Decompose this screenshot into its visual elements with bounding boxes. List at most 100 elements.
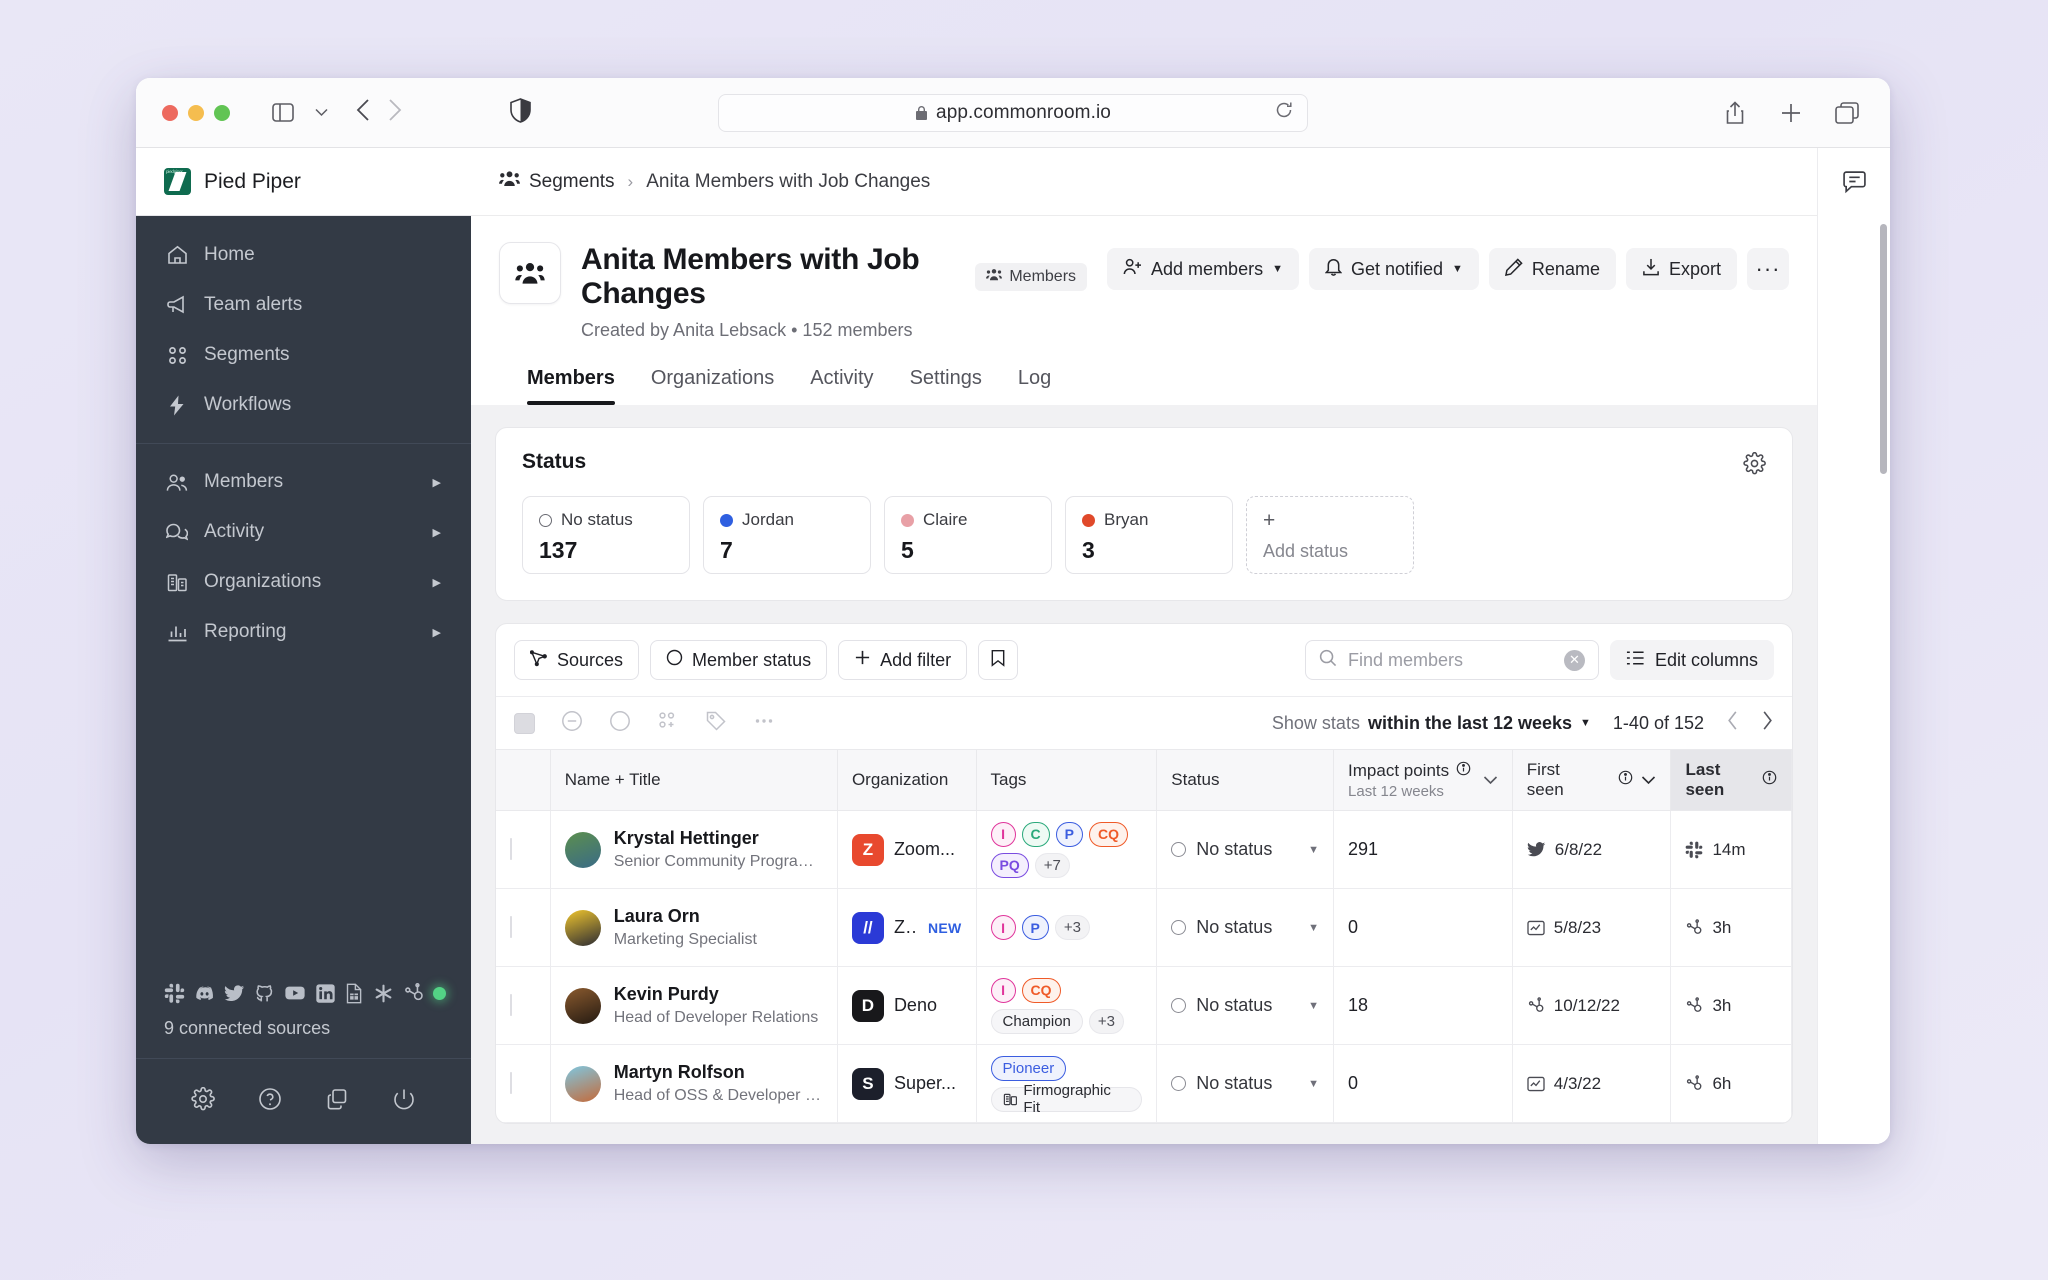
column-header-last-seen[interactable]: Last seen [1670,749,1792,811]
back-arrow-icon[interactable] [356,98,370,127]
sidebar-item-workflows[interactable]: Workflows [136,380,471,430]
status-cell[interactable]: No status ▼ [1156,1044,1335,1123]
table-row[interactable]: Laura Orn Marketing Specialist // Z... NEW I P… [496,888,1792,967]
maximize-window-button[interactable] [214,104,230,121]
status-cell[interactable]: No status ▼ [1156,888,1335,967]
tag-icon[interactable] [705,710,727,737]
tab-members[interactable]: Members [527,367,615,405]
status-tile-claire[interactable]: Claire 5 [884,496,1052,574]
chevron-down-icon[interactable] [1641,770,1656,790]
tag-chip[interactable]: +7 [1034,852,1070,878]
member-name-cell[interactable]: Martyn Rolfson Head of OSS & Developer R.… [550,1044,838,1123]
chevron-down-icon[interactable] [1483,770,1498,790]
tag-chip[interactable]: Champion [990,1008,1083,1034]
url-bar[interactable]: app.commonroom.io [718,93,1308,132]
tags-cell[interactable]: Pioneer Firmographic Fit [976,1044,1158,1123]
share-icon[interactable] [1718,96,1752,130]
sidebar-item-activity[interactable]: Activity ▶ [136,507,471,557]
chevron-right-icon[interactable]: ▶ [433,526,441,539]
tag-chip[interactable]: Pioneer [990,1055,1067,1081]
workspace-selector[interactable]: piedpiper Pied Piper [136,148,471,216]
column-header-tags[interactable]: Tags [976,749,1158,811]
sidebar-item-team-alerts[interactable]: Team alerts [136,280,471,330]
tag-chip[interactable]: +3 [1088,1008,1124,1034]
reload-icon[interactable] [1275,101,1293,124]
minimize-window-button[interactable] [188,104,204,121]
add-members-button[interactable]: Add members ▼ [1107,248,1299,290]
tag-chip[interactable]: +3 [1054,915,1090,940]
tag-chip[interactable]: P [1055,821,1083,847]
clear-search-icon[interactable]: ✕ [1563,649,1585,671]
status-cell[interactable]: No status ▼ [1156,966,1335,1045]
tag-chip[interactable]: P [1021,915,1049,940]
caret-down-icon[interactable]: ▼ [1308,1000,1319,1012]
search-box[interactable]: ✕ [1304,640,1599,680]
more-icon[interactable] [753,710,775,737]
column-header-impact-points[interactable]: Impact points Last 12 weeks [1333,749,1513,811]
sidebar-item-home[interactable]: Home [136,230,471,280]
organization-cell[interactable]: D Deno [837,966,977,1045]
tag-chip[interactable]: CQ [1088,821,1128,847]
tag-chip[interactable]: CQ [1021,977,1061,1003]
circle-icon[interactable] [609,710,631,737]
column-header-first-seen[interactable]: First seen [1512,749,1672,811]
organization-cell[interactable]: // Z... NEW [837,888,977,967]
close-window-button[interactable] [162,104,178,121]
plus-icon[interactable] [1774,96,1808,130]
tag-chip[interactable]: Firmographic Fit [990,1082,1143,1116]
info-icon[interactable] [1456,761,1471,781]
status-tile-no-status[interactable]: No status 137 [522,496,690,574]
save-view-bookmark-button[interactable] [978,640,1019,680]
tags-cell[interactable]: I CQ Champion +3 [976,966,1158,1045]
tag-chip[interactable]: I [990,977,1016,1003]
row-checkbox[interactable] [510,838,512,860]
status-tile-bryan[interactable]: Bryan 3 [1065,496,1233,574]
comment-icon[interactable] [1842,170,1867,199]
more-options-button[interactable]: ··· [1747,248,1789,290]
sidebar-item-segments[interactable]: Segments [136,330,471,380]
chevron-right-icon[interactable]: ▶ [433,626,441,639]
tab-overview-icon[interactable] [1830,96,1864,130]
table-row[interactable]: Martyn Rolfson Head of OSS & Developer R.… [496,1044,1792,1123]
info-icon[interactable] [1762,770,1777,790]
table-row[interactable]: Krystal Hettinger Senior Community Progra… [496,810,1792,889]
tab-activity[interactable]: Activity [810,367,873,405]
add-to-segment-icon[interactable] [657,710,679,737]
copy-icon[interactable] [325,1087,349,1116]
select-all-checkbox[interactable] [514,712,535,734]
status-cell[interactable]: No status ▼ [1156,810,1335,889]
column-header-organization[interactable]: Organization [837,749,977,811]
tab-log[interactable]: Log [1018,367,1051,405]
sidebar-toggle-icon[interactable] [266,96,300,130]
breadcrumb-segments[interactable]: Segments [499,170,615,193]
gear-icon[interactable] [191,1086,216,1116]
sidebar-item-members[interactable]: Members ▶ [136,457,471,507]
table-row[interactable]: Kevin Purdy Head of Developer Relations D D… [496,966,1792,1045]
search-input[interactable] [1347,649,1553,671]
get-notified-button[interactable]: Get notified ▼ [1308,248,1479,290]
sources-filter-button[interactable]: Sources [514,640,640,680]
tag-chip[interactable]: I [990,821,1016,847]
tags-cell[interactable]: I P +3 [976,888,1158,967]
organization-cell[interactable]: Z Zoom... [837,810,977,889]
tag-chip[interactable]: I [990,915,1016,940]
member-name-cell[interactable]: Laura Orn Marketing Specialist [550,888,838,967]
tag-chip[interactable]: C [1021,821,1050,847]
chevron-down-icon[interactable] [304,96,338,130]
export-button[interactable]: Export [1625,248,1737,290]
caret-down-icon[interactable]: ▼ [1308,1078,1319,1090]
edit-columns-button[interactable]: Edit columns [1609,640,1774,680]
next-page-button[interactable] [1761,710,1774,736]
row-checkbox[interactable] [510,994,512,1016]
show-stats-selector[interactable]: Show stats within the last 12 weeks ▼ [1272,713,1591,734]
status-tile-jordan[interactable]: Jordan 7 [703,496,871,574]
column-header-name[interactable]: Name + Title [550,749,838,811]
prev-page-button[interactable] [1726,710,1739,736]
info-icon[interactable] [1618,770,1633,790]
rename-button[interactable]: Rename [1488,248,1616,290]
shield-icon[interactable] [510,97,531,128]
row-checkbox[interactable] [510,916,512,938]
caret-down-icon[interactable]: ▼ [1308,844,1319,856]
add-filter-button[interactable]: Add filter [838,640,968,680]
row-checkbox[interactable] [510,1072,512,1094]
